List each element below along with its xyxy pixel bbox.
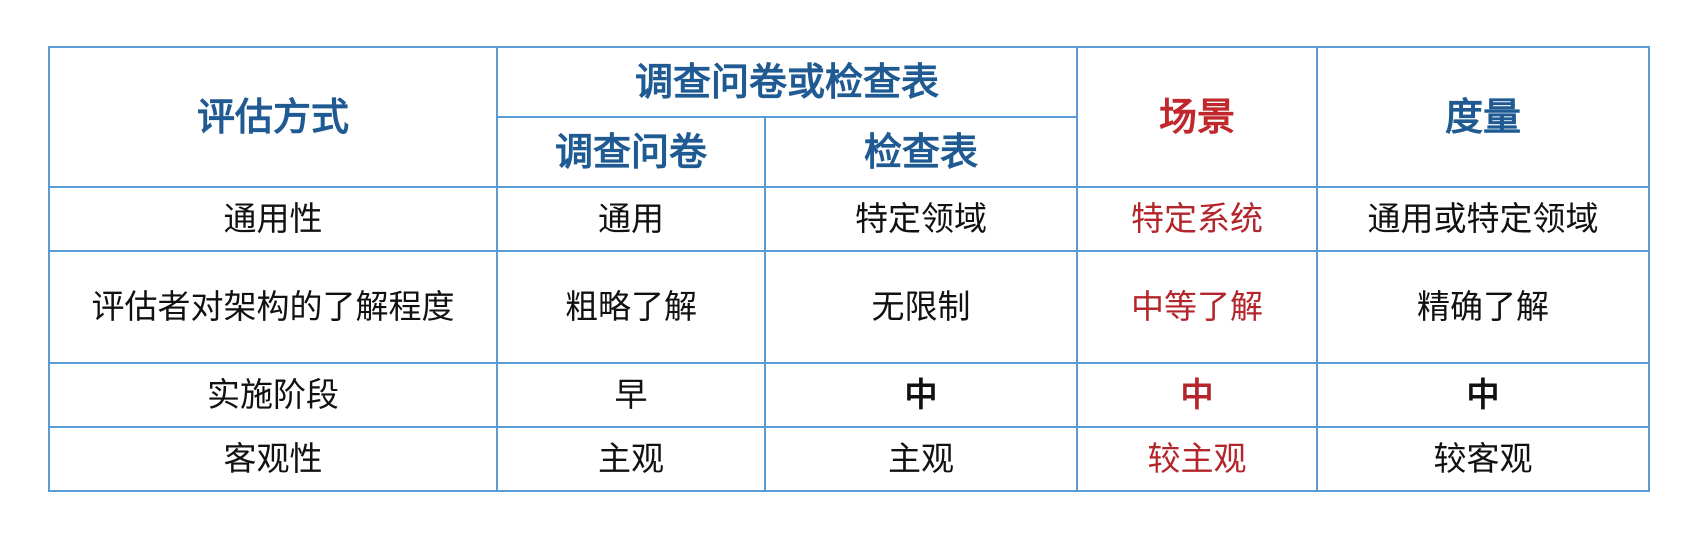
- cell-scenario: 中: [1076, 362, 1319, 428]
- cell-questionnaire: 早: [496, 362, 766, 428]
- table-row: 实施阶段 早 中 中 中: [48, 362, 1651, 428]
- table-row: 客观性 主观 主观 较主观 较客观: [48, 426, 1651, 492]
- cell-questionnaire: 主观: [496, 426, 766, 492]
- header-questionnaire: 调查问卷: [496, 116, 766, 188]
- cell-metric: 中: [1316, 362, 1651, 428]
- header-questionnaire-or-checklist: 调查问卷或检查表: [495, 46, 1079, 118]
- row-label: 评估者对架构的了解程度: [48, 250, 498, 364]
- table-row: 通用性 通用 特定领域 特定系统 通用或特定领域: [48, 186, 1651, 252]
- cell-metric: 较客观: [1316, 426, 1651, 492]
- header-row-top: 评估方式 调查问卷或检查表 场景 度量: [48, 46, 1651, 188]
- header-scenario: 场景: [1076, 46, 1319, 188]
- table-row: 评估者对架构的了解程度 粗略了解 无限制 中等了解 精确了解: [48, 250, 1651, 364]
- cell-checklist: 特定领域: [763, 186, 1079, 252]
- row-label: 通用性: [48, 186, 498, 252]
- cell-scenario: 特定系统: [1076, 186, 1319, 252]
- cell-scenario: 中等了解: [1076, 250, 1319, 364]
- cell-checklist: 中: [763, 362, 1079, 428]
- cell-questionnaire: 粗略了解: [496, 250, 766, 364]
- cell-questionnaire: 通用: [496, 186, 766, 252]
- header-method: 评估方式: [48, 46, 498, 188]
- cell-metric: 通用或特定领域: [1316, 186, 1651, 252]
- cell-checklist: 主观: [763, 426, 1079, 492]
- row-label: 实施阶段: [48, 362, 498, 428]
- header-metric: 度量: [1316, 46, 1651, 188]
- row-label: 客观性: [48, 426, 498, 492]
- cell-checklist: 无限制: [763, 250, 1079, 364]
- cell-scenario: 较主观: [1076, 426, 1319, 492]
- header-checklist: 检查表: [763, 116, 1079, 188]
- evaluation-comparison-table: 评估方式 调查问卷或检查表 场景 度量 调查问卷 检查表 通用性 通用 特定领域…: [48, 46, 1651, 492]
- cell-metric: 精确了解: [1316, 250, 1651, 364]
